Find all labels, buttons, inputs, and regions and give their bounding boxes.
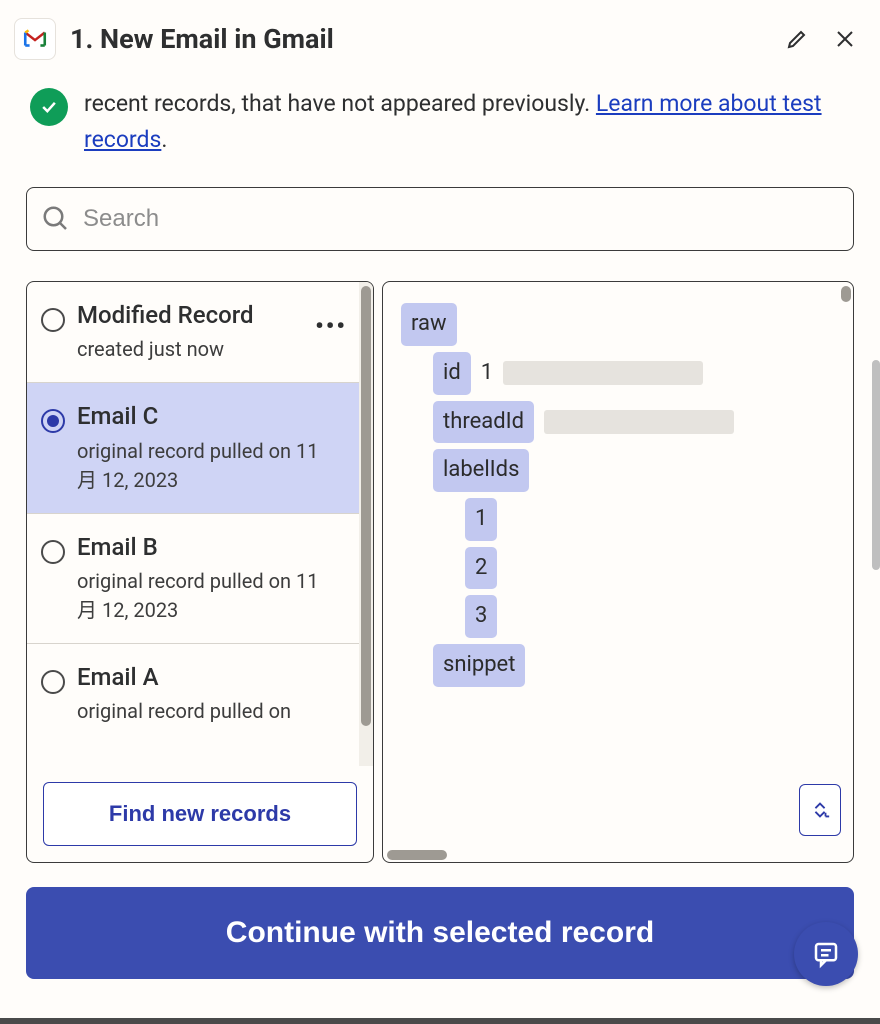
- data-key-labelids[interactable]: labelIds: [433, 449, 529, 492]
- data-index-2[interactable]: 2: [465, 547, 497, 590]
- details-scrollbar-horizontal[interactable]: [387, 850, 447, 860]
- page-root: 1. New Email in Gmail recent records, th…: [0, 0, 880, 1024]
- more-icon[interactable]: •••: [315, 312, 347, 340]
- search-input[interactable]: [83, 205, 839, 233]
- record-title: Email B: [77, 532, 343, 563]
- data-index-1[interactable]: 1: [465, 498, 497, 541]
- record-subtitle: original record pulled on 11 月 12, 2023: [77, 567, 343, 625]
- records-scrollbar[interactable]: [359, 282, 373, 766]
- records-list-box: Modified Record created just now ••• Ema…: [26, 281, 374, 766]
- records-pane: Modified Record created just now ••• Ema…: [26, 281, 374, 863]
- details-scrollbar-vertical[interactable]: [841, 286, 851, 302]
- radio-unselected-icon[interactable]: [41, 308, 65, 332]
- find-new-records-button[interactable]: Find new records: [43, 782, 357, 846]
- expand-icon: [809, 799, 831, 821]
- info-banner: recent records, that have not appeared p…: [0, 78, 880, 179]
- record-title: Email C: [77, 401, 343, 432]
- radio-unselected-icon[interactable]: [41, 670, 65, 694]
- page-title: 1. New Email in Gmail: [70, 23, 766, 55]
- chat-fab[interactable]: [794, 922, 858, 986]
- pencil-icon: [785, 27, 809, 51]
- record-item-email-a[interactable]: Email A original record pulled on: [27, 644, 359, 744]
- gmail-icon: [14, 18, 56, 60]
- data-key-threadid[interactable]: threadId: [433, 401, 534, 444]
- data-key-id[interactable]: id: [433, 352, 471, 395]
- check-circle-icon: [30, 88, 68, 126]
- record-subtitle: original record pulled on: [77, 697, 343, 726]
- find-records-area: Find new records: [26, 766, 374, 863]
- edit-button[interactable]: [780, 22, 814, 56]
- chat-icon: [811, 939, 841, 969]
- bottom-border: [0, 1018, 880, 1024]
- radio-unselected-icon[interactable]: [41, 540, 65, 564]
- continue-button[interactable]: Continue with selected record: [26, 887, 854, 979]
- close-button[interactable]: [828, 22, 862, 56]
- close-icon: [833, 27, 857, 51]
- info-text-body: recent records, that have not appeared p…: [84, 90, 596, 117]
- record-title: Email A: [77, 662, 343, 693]
- record-data-tree: raw id 1 threadId labelIds 1 2 3 snippet: [383, 282, 853, 708]
- data-value-id: 1: [481, 353, 493, 394]
- header: 1. New Email in Gmail: [0, 0, 880, 78]
- data-key-raw[interactable]: raw: [401, 303, 457, 346]
- search-box[interactable]: [26, 187, 854, 251]
- record-item-modified[interactable]: Modified Record created just now •••: [27, 282, 359, 383]
- record-item-email-c[interactable]: Email C original record pulled on 11 月 1…: [27, 383, 359, 513]
- records-list: Modified Record created just now ••• Ema…: [27, 282, 359, 766]
- data-index-3[interactable]: 3: [465, 595, 497, 638]
- record-subtitle: created just now: [77, 335, 343, 364]
- record-details-pane: raw id 1 threadId labelIds 1 2 3 snippet: [382, 281, 854, 863]
- radio-selected-icon[interactable]: [41, 409, 65, 433]
- info-text: recent records, that have not appeared p…: [84, 86, 854, 157]
- search-icon: [41, 204, 71, 234]
- record-item-email-b[interactable]: Email B original record pulled on 11 月 1…: [27, 514, 359, 644]
- expand-button[interactable]: [799, 784, 841, 836]
- record-title: Modified Record: [77, 300, 343, 331]
- data-key-snippet[interactable]: snippet: [433, 644, 525, 687]
- record-subtitle: original record pulled on 11 月 12, 2023: [77, 437, 343, 495]
- panes: Modified Record created just now ••• Ema…: [26, 281, 854, 863]
- page-scrollbar[interactable]: [872, 360, 880, 570]
